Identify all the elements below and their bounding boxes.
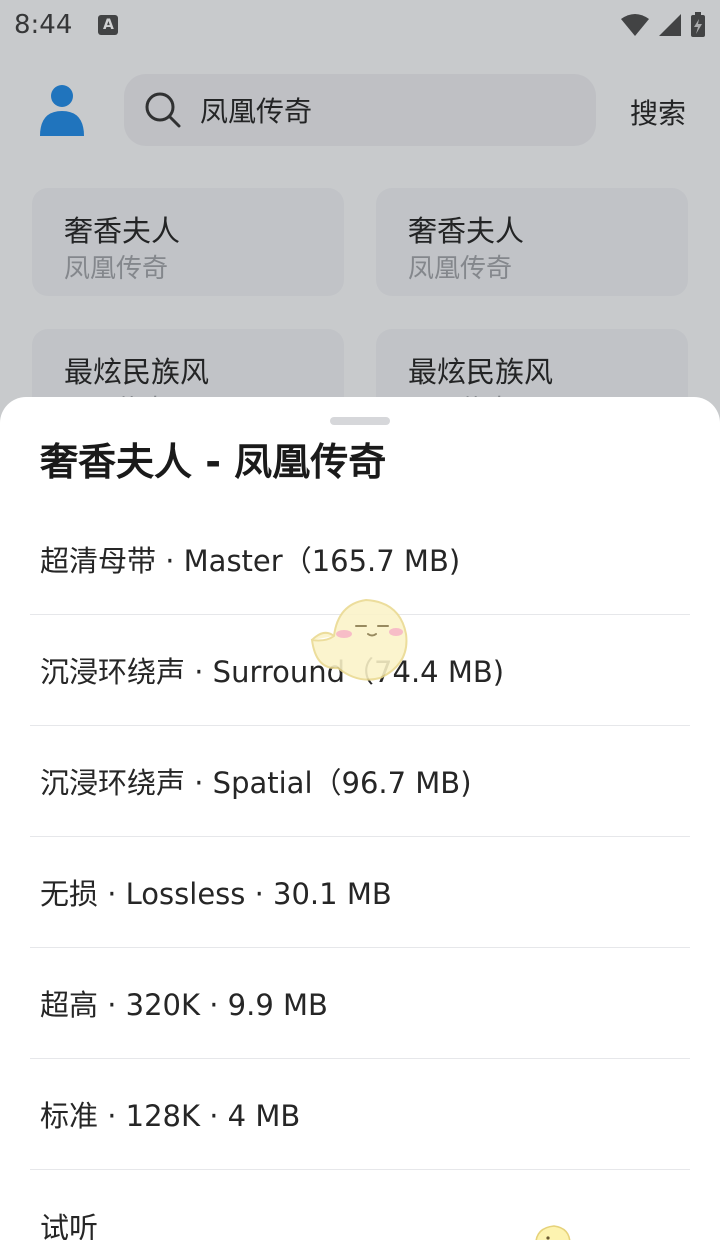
- quality-bottom-sheet: 奢香夫人 - 凤凰传奇 超清母带 · Master（165.7 MB) 沉浸环绕…: [0, 397, 720, 1240]
- option-label: 超清母带 · Master（165.7 MB): [40, 544, 461, 578]
- quality-option-spatial[interactable]: 沉浸环绕声 · Spatial（96.7 MB): [30, 726, 690, 837]
- option-label: 超高 · 320K · 9.9 MB: [40, 988, 328, 1022]
- option-label: 试听: [40, 1210, 99, 1240]
- option-label: 沉浸环绕声 · Spatial（96.7 MB): [40, 766, 472, 800]
- quality-option-preview[interactable]: 试听: [30, 1170, 690, 1240]
- drag-handle[interactable]: [330, 417, 390, 425]
- quality-option-128k[interactable]: 标准 · 128K · 4 MB: [30, 1059, 690, 1170]
- option-label: 沉浸环绕声 · Surround（74.4 MB): [40, 655, 505, 689]
- mascot-icon[interactable]: [308, 598, 412, 684]
- option-label: 标准 · 128K · 4 MB: [40, 1099, 301, 1133]
- mascot-mini-icon: [535, 1225, 571, 1240]
- quality-option-320k[interactable]: 超高 · 320K · 9.9 MB: [30, 948, 690, 1059]
- quality-option-lossless[interactable]: 无损 · Lossless · 30.1 MB: [30, 837, 690, 948]
- option-label: 无损 · Lossless · 30.1 MB: [40, 877, 392, 911]
- sheet-title: 奢香夫人 - 凤凰传奇: [40, 440, 387, 484]
